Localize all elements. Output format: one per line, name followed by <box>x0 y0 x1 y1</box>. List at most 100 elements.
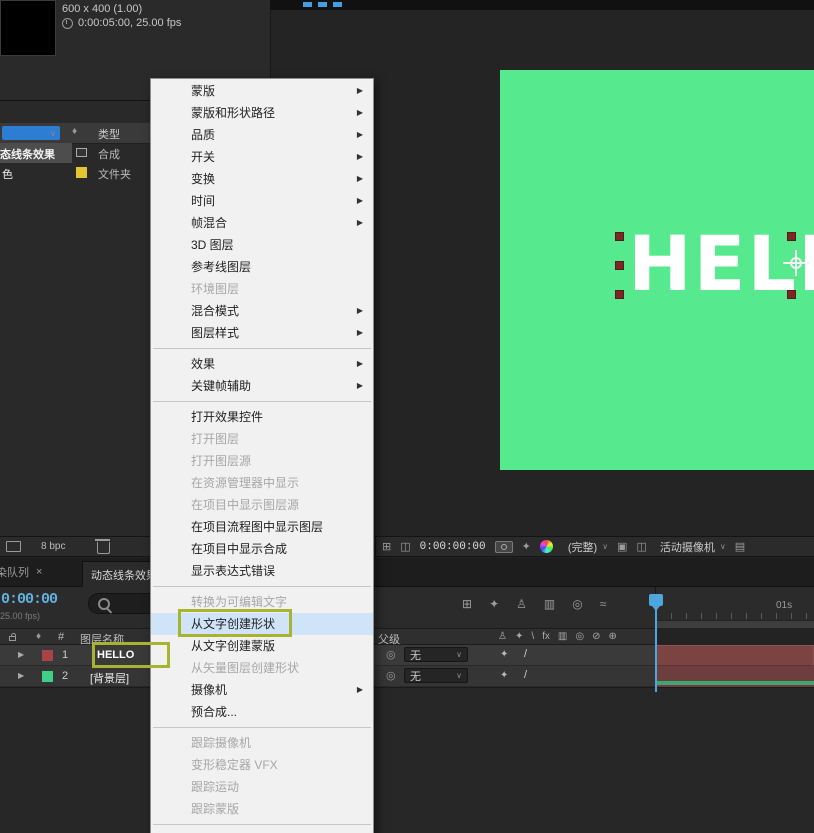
lock-column-icon[interactable] <box>9 633 16 641</box>
3d-column-icon[interactable]: ⊕ <box>609 631 617 642</box>
project-filter-chip[interactable]: ∨ <box>2 126 60 140</box>
submenu-arrow-icon: ▶ <box>356 328 363 337</box>
ruler-ticks <box>656 613 814 619</box>
snapshot-camera-icon[interactable] <box>494 540 513 553</box>
menu-item-21[interactable]: 在项目流程图中显示图层 <box>151 516 373 538</box>
selection-handle[interactable] <box>787 290 796 299</box>
expander-arrow-icon[interactable]: ▶ <box>18 650 24 659</box>
menu-item-13[interactable]: 效果 ▶ <box>151 353 373 375</box>
selection-handle[interactable] <box>615 261 624 270</box>
layer-name[interactable]: [背景层] <box>90 670 129 686</box>
menu-item-27[interactable]: 从文字创建蒙版 <box>151 635 373 657</box>
delete-trash-icon[interactable] <box>95 538 111 554</box>
menu-item-29[interactable]: 摄像机 ▶ <box>151 679 373 701</box>
active-camera-dropdown[interactable]: 活动摄像机 ∨ <box>660 539 726 555</box>
menu-item-14[interactable]: 关键帧辅助 ▶ <box>151 375 373 397</box>
collapse-switch-icon[interactable]: ✦ <box>500 670 508 681</box>
quality-column-icon[interactable]: \ <box>531 631 534 642</box>
interpret-footage-icon[interactable] <box>6 541 21 552</box>
menu-item-16[interactable]: 打开效果控件 <box>151 406 373 428</box>
close-tab-icon[interactable]: × <box>36 566 42 578</box>
graph-editor-icon[interactable]: ≈ <box>600 597 607 611</box>
layer-1-duration-bar[interactable] <box>655 645 814 666</box>
menu-item-7[interactable]: 3D 图层 <box>151 234 373 256</box>
adjustment-column-icon[interactable]: ⊘ <box>592 631 600 642</box>
playhead-marker[interactable] <box>649 594 663 611</box>
footage-thumbnail <box>0 0 56 56</box>
region-of-interest-icon[interactable]: ▣ <box>617 540 627 553</box>
work-area-bar[interactable] <box>656 620 814 628</box>
toolbar-blue-icon[interactable] <box>303 2 312 7</box>
mini-flowchart-icon[interactable]: ⊞ <box>462 597 472 611</box>
menu-item-17: 打开图层 <box>151 428 373 450</box>
anchor-point-crosshair[interactable] <box>783 250 809 276</box>
tab-render-queue[interactable]: 渲染队列 × <box>0 564 42 580</box>
selection-handle[interactable] <box>787 232 796 241</box>
menu-item-6[interactable]: 帧混合 ▶ <box>151 212 373 234</box>
type-column-header[interactable]: 类型 <box>98 126 120 142</box>
menu-item-32: 跟踪摄像机 <box>151 732 373 754</box>
show-channel-icon[interactable] <box>539 540 553 553</box>
menu-item-22[interactable]: 在项目中显示合成 <box>151 538 373 560</box>
menu-item-10[interactable]: 混合模式 ▶ <box>151 300 373 322</box>
menu-item-5[interactable]: 时间 ▶ <box>151 190 373 212</box>
menu-item-label: 跟踪摄像机 <box>191 736 252 750</box>
parent-pickwhip-icon[interactable]: ◎ <box>386 648 396 661</box>
frame-blend-column-icon[interactable]: ▥ <box>558 631 567 642</box>
layer-2-duration-bar[interactable] <box>655 666 814 687</box>
frame-blend-icon[interactable]: ▥ <box>544 597 555 611</box>
time-ruler[interactable]: 01s <box>655 587 814 628</box>
draft3d-icon[interactable]: ✦ <box>489 597 499 611</box>
mask-visibility-icon[interactable]: ◫ <box>400 540 410 553</box>
menu-item-2[interactable]: 品质 ▶ <box>151 124 373 146</box>
bit-depth-button[interactable]: 8 bpc <box>41 541 65 552</box>
layer-2-color-chip[interactable] <box>42 671 53 682</box>
transparency-grid-icon[interactable]: ◫ <box>636 540 646 553</box>
selection-handle[interactable] <box>615 290 624 299</box>
toolbar-blue-icon[interactable] <box>318 2 327 7</box>
parent-pickwhip-icon[interactable]: ◎ <box>386 669 396 682</box>
expander-arrow-icon[interactable]: ▶ <box>18 671 24 680</box>
menu-item-label: 蒙版 <box>191 84 216 98</box>
menu-item-label: 预合成... <box>191 705 238 719</box>
layer-1-color-chip[interactable] <box>42 650 53 661</box>
resolution-dropdown[interactable]: (完整) ∨ <box>568 539 608 555</box>
submenu-arrow-icon: ▶ <box>356 174 363 183</box>
menu-item-1[interactable]: 蒙版和形状路径 ▶ <box>151 102 373 124</box>
menu-item-label: 在项目流程图中显示图层 <box>191 520 324 534</box>
menu-item-23[interactable]: 显示表达式错误 <box>151 560 373 582</box>
collapse-switch-icon[interactable]: ✦ <box>500 649 508 660</box>
viewer-toolbar: ⊞ ◫ 0:00:00:00 ✦ (完整) ∨ ▣ ◫ 活动摄像机 ∨ ▤ <box>375 536 814 557</box>
show-snapshot-icon[interactable]: ✦ <box>522 540 531 553</box>
menu-item-4[interactable]: 变换 ▶ <box>151 168 373 190</box>
selection-handle[interactable] <box>615 232 624 241</box>
motion-blur-column-icon[interactable]: ◎ <box>575 631 584 642</box>
view-layout-icon[interactable]: ▤ <box>735 540 745 553</box>
collapse-column-icon[interactable]: ✦ <box>515 631 523 642</box>
menu-item-37: 选项 <box>151 829 373 833</box>
parent-dropdown[interactable]: 无 ∨ <box>404 668 468 683</box>
viewer-timecode[interactable]: 0:00:00:00 <box>420 541 486 553</box>
quality-switch-icon[interactable]: / <box>524 648 527 660</box>
quality-switch-icon[interactable]: / <box>524 669 527 681</box>
menu-item-0[interactable]: 蒙版 ▶ <box>151 80 373 102</box>
motion-blur-icon[interactable]: ◎ <box>572 597 582 611</box>
menu-item-30[interactable]: 预合成... <box>151 701 373 723</box>
label-column-icon[interactable]: ♦ <box>36 631 41 642</box>
menu-item-8[interactable]: 参考线图层 <box>151 256 373 278</box>
toolbar-blue-icon[interactable] <box>333 2 342 7</box>
menu-separator <box>153 824 371 825</box>
menu-item-3[interactable]: 开关 ▶ <box>151 146 373 168</box>
menu-item-11[interactable]: 图层样式 ▶ <box>151 322 373 344</box>
annotation-box-menu-item <box>178 609 292 637</box>
shy-column-icon[interactable]: ♙ <box>498 631 507 642</box>
menu-item-33: 变形稳定器 VFX <box>151 754 373 776</box>
shy-icon[interactable]: ♙ <box>516 597 527 611</box>
grid-options-icon[interactable]: ⊞ <box>382 540 391 553</box>
parent-dropdown[interactable]: 无 ∨ <box>404 647 468 662</box>
current-time-display[interactable]: 0:00:00 <box>1 591 58 608</box>
menu-item-label: 关键帧辅助 <box>191 379 252 393</box>
fx-column-icon[interactable]: fx <box>542 631 550 642</box>
number-column-header[interactable]: # <box>58 631 64 643</box>
fps-label: (25.00 fps) <box>0 611 41 621</box>
